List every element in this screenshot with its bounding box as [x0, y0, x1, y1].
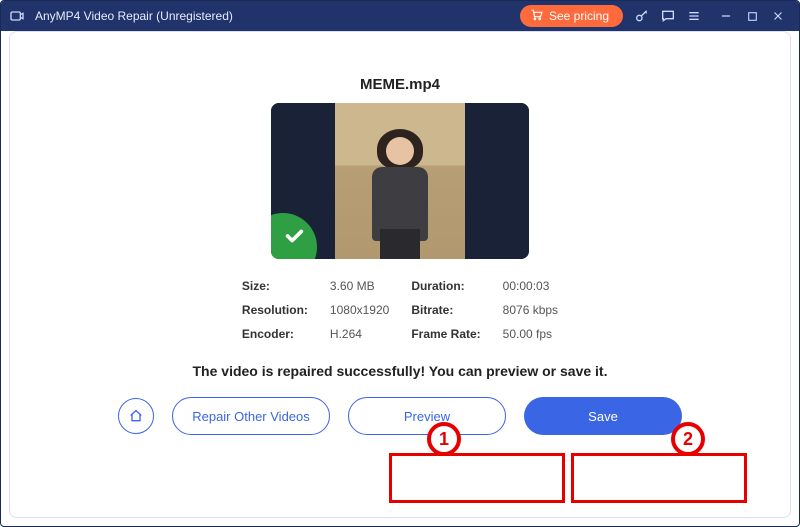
- pricing-label: See pricing: [549, 9, 609, 23]
- metadata-grid: Size: 3.60 MB Duration: 00:00:03 Resolut…: [242, 279, 558, 341]
- meta-size-label: Size:: [242, 279, 308, 293]
- meta-bitrate-value: 8076 kbps: [503, 303, 558, 317]
- menu-icon[interactable]: [681, 3, 707, 29]
- save-label: Save: [588, 409, 618, 424]
- meta-encoder-label: Encoder:: [242, 327, 308, 341]
- see-pricing-button[interactable]: See pricing: [520, 5, 623, 27]
- repair-other-videos-button[interactable]: Repair Other Videos: [172, 397, 330, 435]
- video-thumbnail: [271, 103, 529, 259]
- key-icon[interactable]: [629, 3, 655, 29]
- status-message: The video is repaired successfully! You …: [193, 363, 608, 379]
- maximize-button[interactable]: [739, 3, 765, 29]
- action-row: Repair Other Videos Preview Save: [118, 397, 682, 435]
- thumbnail-frame: [335, 103, 465, 259]
- preview-label: Preview: [404, 409, 450, 424]
- meta-size-value: 3.60 MB: [330, 279, 389, 293]
- app-title: AnyMP4 Video Repair (Unregistered): [35, 9, 233, 23]
- meta-resolution-value: 1080x1920: [330, 303, 389, 317]
- preview-button[interactable]: Preview: [348, 397, 506, 435]
- meta-framerate-value: 50.00 fps: [503, 327, 558, 341]
- meta-encoder-value: H.264: [330, 327, 389, 341]
- file-name-label: MEME.mp4: [360, 76, 440, 93]
- feedback-icon[interactable]: [655, 3, 681, 29]
- meta-bitrate-label: Bitrate:: [411, 303, 480, 317]
- app-window: AnyMP4 Video Repair (Unregistered) See p…: [0, 0, 800, 527]
- thumbnail-letterbox-right: [465, 103, 529, 259]
- thumbnail-subject: [365, 129, 435, 259]
- save-button[interactable]: Save: [524, 397, 682, 435]
- cart-icon: [530, 8, 543, 24]
- meta-resolution-label: Resolution:: [242, 303, 308, 317]
- content-panel: MEME.mp4 Size: 3.60 MB Duration: 00:00:0…: [9, 31, 791, 518]
- meta-framerate-label: Frame Rate:: [411, 327, 480, 341]
- minimize-button[interactable]: [713, 3, 739, 29]
- titlebar: AnyMP4 Video Repair (Unregistered) See p…: [1, 1, 799, 31]
- app-logo-icon: [9, 7, 27, 25]
- close-button[interactable]: [765, 3, 791, 29]
- meta-duration-value: 00:00:03: [503, 279, 558, 293]
- home-button[interactable]: [118, 398, 154, 434]
- meta-duration-label: Duration:: [411, 279, 480, 293]
- repair-other-label: Repair Other Videos: [192, 409, 310, 424]
